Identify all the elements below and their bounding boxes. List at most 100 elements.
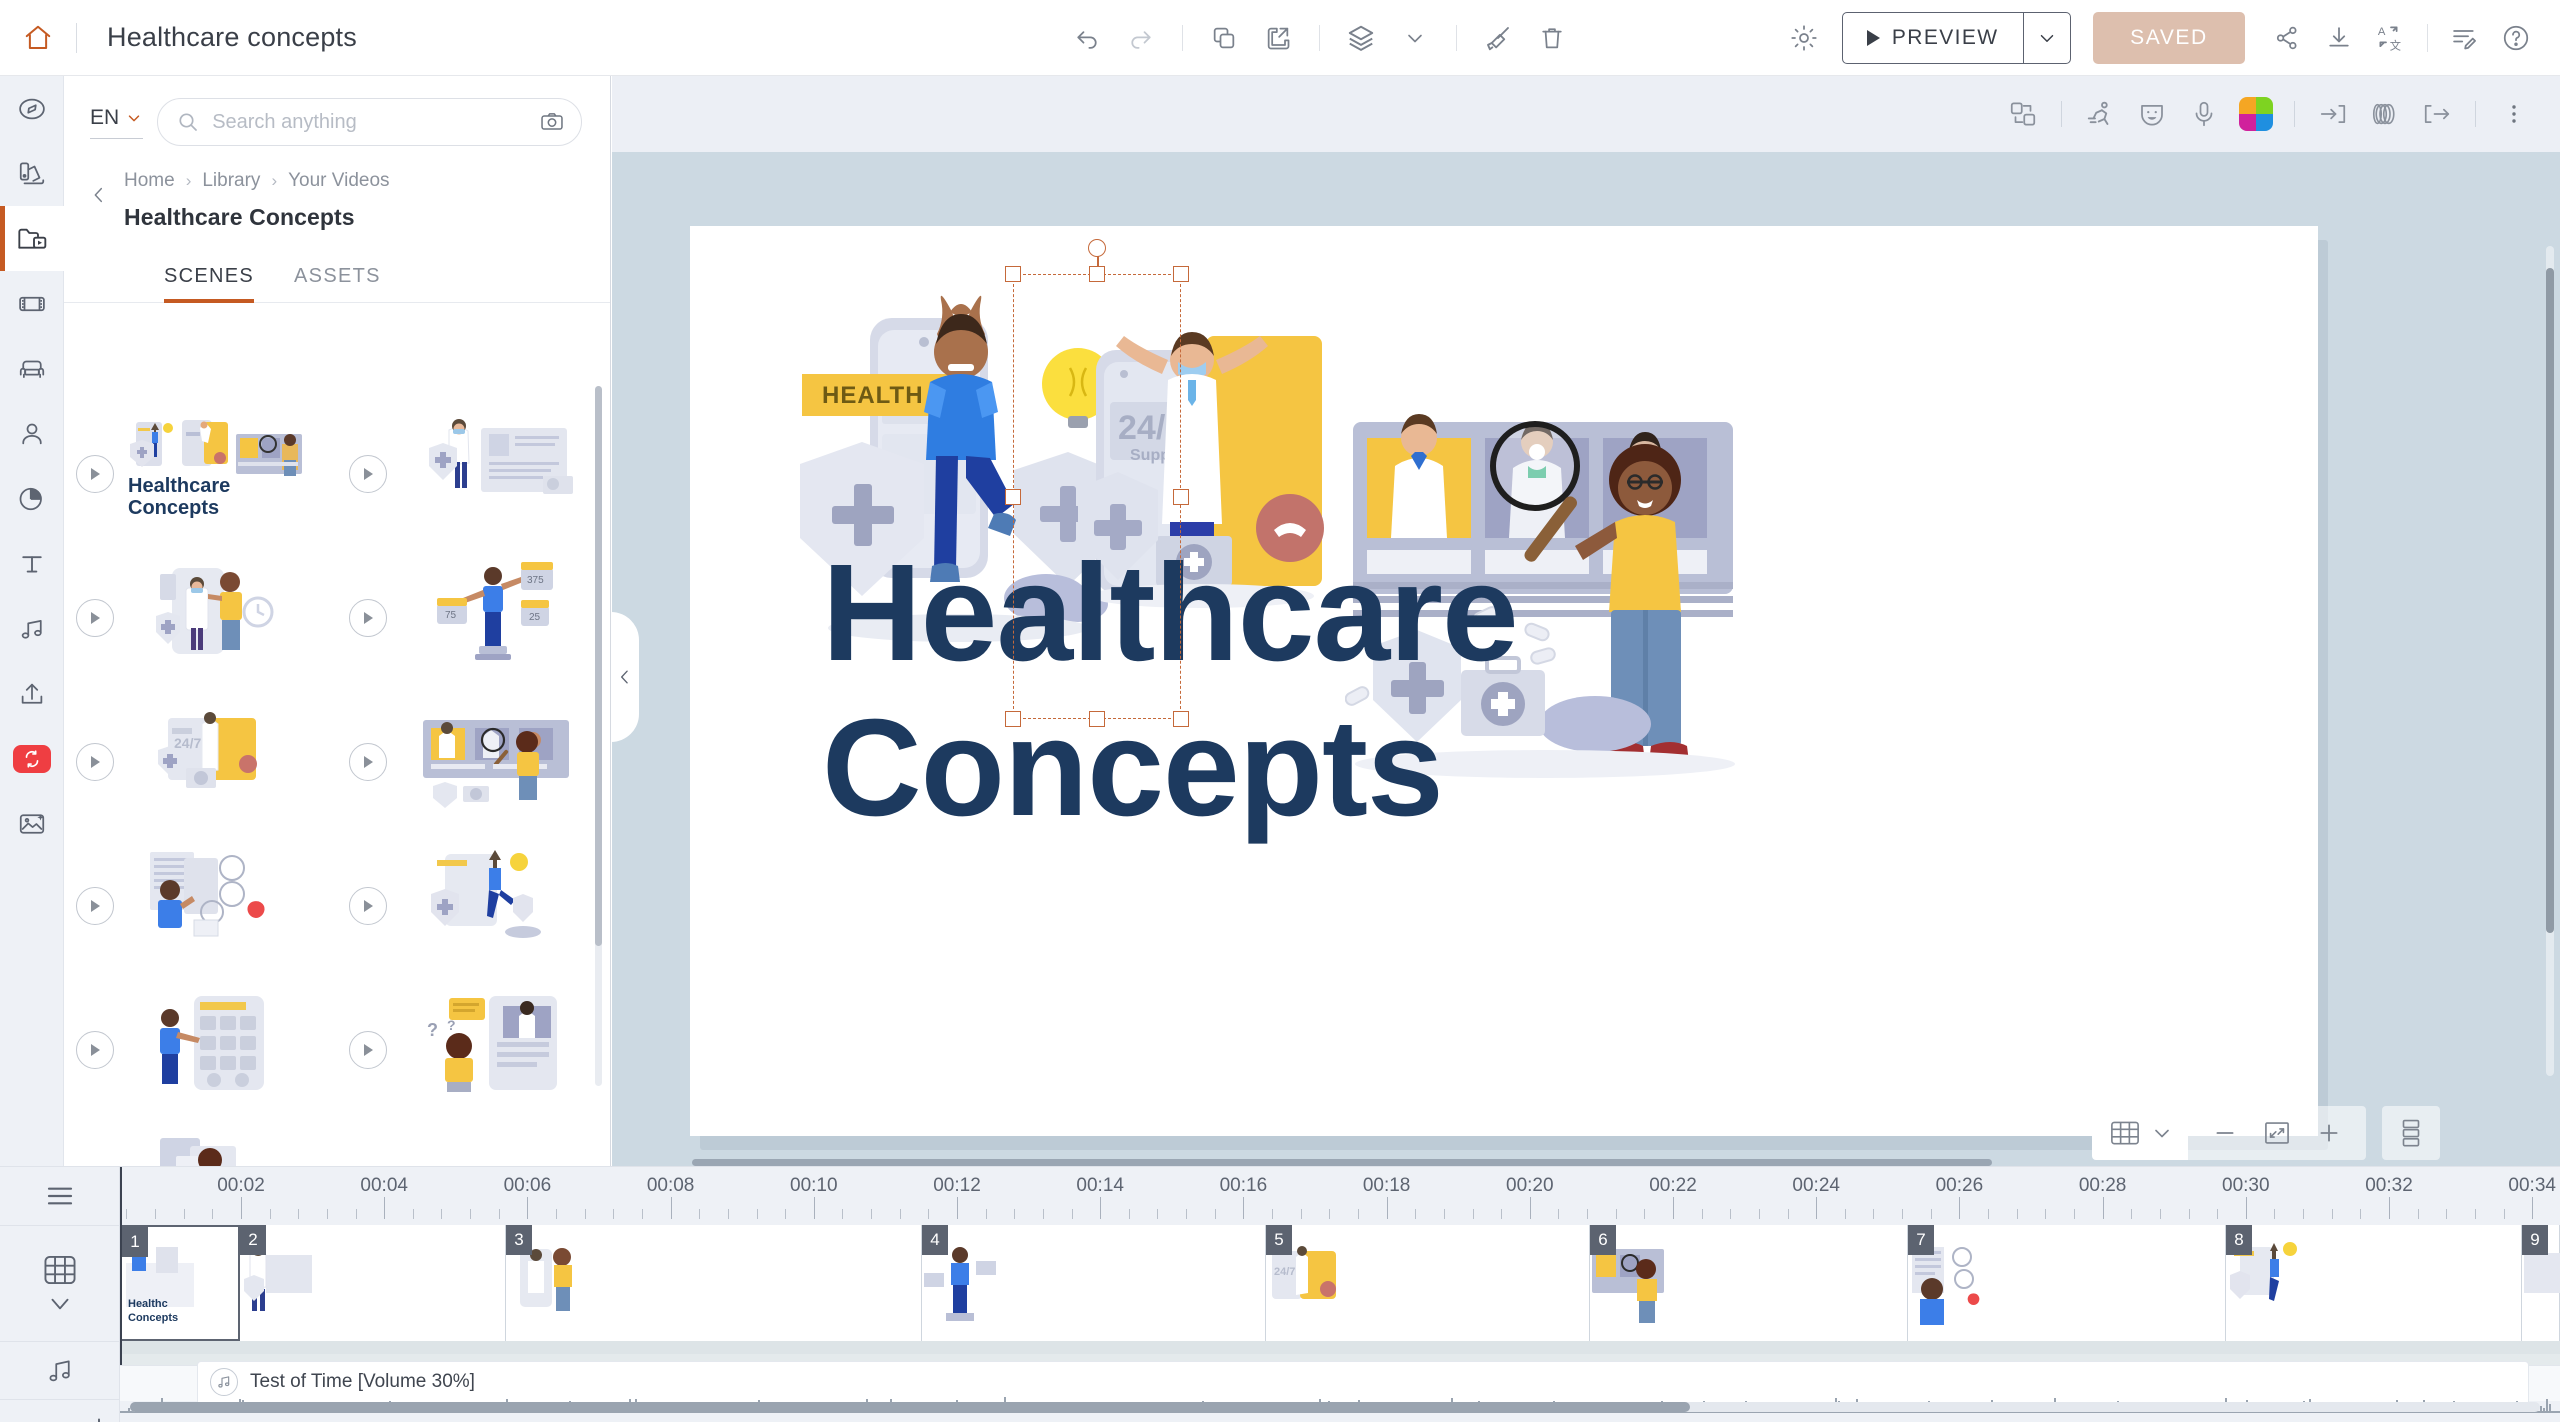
timeline-scene-lane[interactable]: Healthc Concepts 1 2 3 4 24/7 5 6 7 8 9 bbox=[120, 1225, 2560, 1341]
zoom-in-button[interactable] bbox=[2306, 1110, 2352, 1156]
chevron-down-icon[interactable] bbox=[1388, 11, 1442, 65]
play-icon[interactable] bbox=[76, 1031, 114, 1069]
resize-handle-sw[interactable] bbox=[1005, 711, 1021, 727]
exit-effect-icon[interactable] bbox=[2411, 88, 2463, 140]
resize-handle-n[interactable] bbox=[1089, 266, 1105, 282]
layers-icon[interactable] bbox=[1334, 11, 1388, 65]
scene-thumbnail[interactable] bbox=[337, 402, 610, 546]
play-icon[interactable] bbox=[76, 455, 114, 493]
timeline-scene-clip[interactable]: 24/7 5 bbox=[1266, 1225, 1590, 1341]
share-icon[interactable] bbox=[2261, 12, 2313, 64]
loop-effect-icon[interactable] bbox=[2359, 88, 2411, 140]
timeline-zoom-in-button[interactable] bbox=[82, 1410, 116, 1422]
sidebar-item-charts[interactable] bbox=[0, 466, 64, 531]
scene-thumbnail[interactable] bbox=[64, 546, 337, 690]
zoom-out-button[interactable] bbox=[2202, 1110, 2248, 1156]
preview-dropdown-chevron-down-icon[interactable] bbox=[2024, 27, 2070, 49]
duplicate-external-icon[interactable] bbox=[1251, 11, 1305, 65]
color-wheel-icon[interactable] bbox=[2230, 88, 2282, 140]
sidebar-item-discover[interactable] bbox=[0, 76, 64, 141]
saved-button[interactable]: SAVED bbox=[2093, 12, 2245, 64]
layers-panel-button[interactable] bbox=[2382, 1106, 2440, 1160]
resize-handle-se[interactable] bbox=[1173, 711, 1189, 727]
play-icon[interactable] bbox=[349, 1031, 387, 1069]
timeline-audio-track-header[interactable] bbox=[0, 1341, 119, 1399]
sidebar-item-music[interactable] bbox=[0, 596, 64, 661]
timeline-scene-clip[interactable]: 4 bbox=[922, 1225, 1266, 1341]
fit-screen-button[interactable] bbox=[2254, 1110, 2300, 1156]
scene-thumbnail-grid[interactable]: Healthcare Concepts 375 75 25 24/7 ? ? bbox=[64, 392, 611, 1166]
emotion-mask-icon[interactable] bbox=[2126, 88, 2178, 140]
breadcrumb-your-videos[interactable]: Your Videos bbox=[288, 170, 389, 192]
timeline-scene-clip[interactable]: 6 bbox=[1590, 1225, 1908, 1341]
resize-handle-ne[interactable] bbox=[1173, 266, 1189, 282]
animation-run-icon[interactable] bbox=[2074, 88, 2126, 140]
tab-assets[interactable]: ASSETS bbox=[294, 265, 403, 302]
scene-thumbnail[interactable] bbox=[337, 834, 610, 978]
sidebar-item-swap[interactable] bbox=[0, 726, 64, 791]
sidebar-item-styles[interactable] bbox=[0, 141, 64, 206]
timeline-zoom-out-button[interactable] bbox=[4, 1410, 38, 1422]
resize-handle-e[interactable] bbox=[1173, 488, 1189, 505]
sidebar-item-video[interactable] bbox=[0, 271, 64, 336]
search-box[interactable] bbox=[157, 98, 582, 146]
play-icon[interactable] bbox=[76, 599, 114, 637]
resize-handle-nw[interactable] bbox=[1005, 266, 1021, 282]
slide-canvas[interactable]: HEALTH TIPS 24/7 Support Healthcare Conc… bbox=[690, 226, 2318, 1136]
timeline-scene-clip[interactable]: 8 bbox=[2226, 1225, 2522, 1341]
play-icon[interactable] bbox=[349, 455, 387, 493]
enter-effect-icon[interactable] bbox=[2307, 88, 2359, 140]
panel-scrollbar[interactable] bbox=[595, 386, 602, 1086]
timeline-menu-button[interactable] bbox=[0, 1167, 119, 1225]
preview-button[interactable]: PREVIEW bbox=[1841, 12, 2071, 64]
sidebar-item-ai-image[interactable] bbox=[0, 791, 64, 856]
timeline-playhead[interactable] bbox=[120, 1167, 122, 1365]
help-icon[interactable] bbox=[2490, 12, 2542, 64]
back-chevron-left-icon[interactable] bbox=[88, 170, 110, 206]
language-selector[interactable]: EN bbox=[90, 106, 144, 139]
more-vertical-icon[interactable] bbox=[2488, 88, 2540, 140]
grid-control[interactable] bbox=[2092, 1106, 2188, 1160]
resize-handle-w[interactable] bbox=[1005, 488, 1021, 505]
timeline-scene-clip[interactable]: 9 bbox=[2522, 1225, 2560, 1341]
breadcrumb-library[interactable]: Library bbox=[202, 170, 260, 192]
home-icon[interactable] bbox=[0, 0, 76, 76]
play-icon[interactable] bbox=[76, 887, 114, 925]
selection-box[interactable] bbox=[1005, 239, 1189, 727]
download-icon[interactable] bbox=[2313, 12, 2365, 64]
scene-thumbnail[interactable] bbox=[64, 1122, 337, 1166]
scene-thumbnail[interactable]: 375 75 25 bbox=[337, 546, 610, 690]
timeline-scene-clip[interactable]: Healthc Concepts 1 bbox=[120, 1225, 240, 1341]
play-icon[interactable] bbox=[349, 599, 387, 637]
undo-icon[interactable] bbox=[1060, 11, 1114, 65]
panel-collapse-chevron-left-icon[interactable] bbox=[611, 612, 639, 742]
play-icon[interactable] bbox=[349, 743, 387, 781]
canvas-horizontal-scrollbar[interactable] bbox=[692, 1159, 1992, 1166]
scene-thumbnail[interactable] bbox=[64, 978, 337, 1122]
rotate-handle[interactable] bbox=[1088, 239, 1106, 257]
canvas-vertical-scrollbar[interactable] bbox=[2546, 246, 2554, 1076]
trash-icon[interactable] bbox=[1525, 11, 1579, 65]
scene-thumbnail[interactable] bbox=[337, 690, 610, 834]
sidebar-item-uploads[interactable] bbox=[0, 661, 64, 726]
gear-icon[interactable] bbox=[1776, 10, 1832, 66]
broom-icon[interactable] bbox=[1471, 11, 1525, 65]
resize-handle-s[interactable] bbox=[1089, 711, 1105, 727]
scene-thumbnail[interactable]: ? ? bbox=[337, 978, 610, 1122]
microphone-icon[interactable] bbox=[2178, 88, 2230, 140]
sidebar-item-your-videos[interactable] bbox=[0, 206, 64, 271]
transition-icon[interactable] bbox=[1997, 88, 2049, 140]
timeline-scene-clip[interactable]: 7 bbox=[1908, 1225, 2226, 1341]
play-icon[interactable] bbox=[76, 743, 114, 781]
play-icon[interactable] bbox=[349, 887, 387, 925]
scene-thumbnail[interactable]: 24/7 bbox=[64, 690, 337, 834]
translate-icon[interactable]: A 文 bbox=[2365, 12, 2417, 64]
tab-scenes[interactable]: SCENES bbox=[164, 265, 276, 303]
timeline-horizontal-scrollbar[interactable] bbox=[130, 1402, 2540, 1412]
sidebar-item-text[interactable] bbox=[0, 531, 64, 596]
scene-thumbnail[interactable]: Healthcare Concepts bbox=[64, 402, 337, 546]
timeline-scene-clip[interactable]: 2 bbox=[240, 1225, 506, 1341]
sidebar-item-props[interactable] bbox=[0, 336, 64, 401]
scene-thumbnail[interactable] bbox=[64, 834, 337, 978]
timeline-scene-track-header[interactable] bbox=[0, 1225, 119, 1341]
